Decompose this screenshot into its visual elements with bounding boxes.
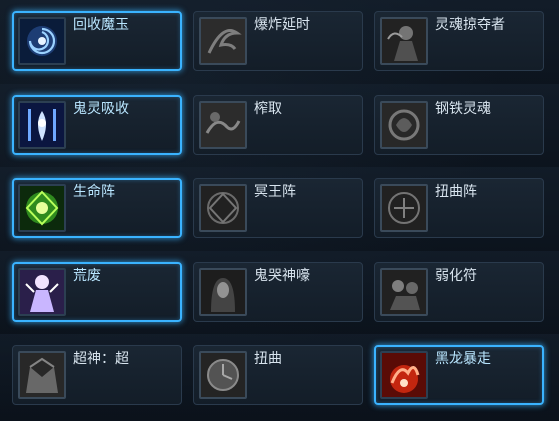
skill-label: 超神：超: [73, 351, 129, 367]
skill-slot[interactable]: 荒废: [12, 262, 182, 322]
skill-label: 扭曲阵: [435, 184, 477, 200]
skill-slot[interactable]: 榨取: [193, 95, 363, 155]
ghost-wail-icon: [199, 268, 247, 316]
life-array-icon: [18, 184, 66, 232]
skill-slot[interactable]: 扭曲: [193, 345, 363, 405]
soul-reaper-icon: [380, 17, 428, 65]
skill-label: 钢铁灵魂: [435, 101, 491, 117]
skill-label: 回收魔玉: [73, 17, 129, 33]
extract-icon: [199, 101, 247, 149]
skill-label: 生命阵: [73, 184, 115, 200]
vortex-orb-icon: [18, 17, 66, 65]
skill-slot[interactable]: 黑龙暴走: [374, 345, 544, 405]
skill-label: 榨取: [254, 101, 282, 117]
skill-slot[interactable]: 鬼哭神嚎: [193, 262, 363, 322]
skill-slot[interactable]: 超神：超: [12, 345, 182, 405]
super-god-icon: [18, 351, 66, 399]
skill-slot[interactable]: 冥王阵: [193, 178, 363, 238]
skill-slot[interactable]: 生命阵: [12, 178, 182, 238]
skill-slot[interactable]: 扭曲阵: [374, 178, 544, 238]
skill-grid: 回收魔玉 爆炸延时 灵魂掠夺者 鬼灵吸收 榨取 钢铁灵魂 生命阵 冥王阵 扭曲阵…: [0, 0, 559, 421]
weaken-rune-icon: [380, 268, 428, 316]
skill-label: 黑龙暴走: [435, 351, 491, 367]
skill-label: 爆炸延时: [254, 17, 310, 33]
steel-soul-icon: [380, 101, 428, 149]
skill-label: 鬼哭神嚎: [254, 268, 310, 284]
hades-array-icon: [199, 184, 247, 232]
skill-slot[interactable]: 回收魔玉: [12, 11, 182, 71]
skill-slot[interactable]: 灵魂掠夺者: [374, 11, 544, 71]
twist-array-icon: [380, 184, 428, 232]
skill-slot[interactable]: 爆炸延时: [193, 11, 363, 71]
skill-label: 弱化符: [435, 268, 477, 284]
black-dragon-icon: [380, 351, 428, 399]
skill-label: 扭曲: [254, 351, 282, 367]
twist-clock-icon: [199, 351, 247, 399]
skill-label: 鬼灵吸收: [73, 101, 129, 117]
skill-slot[interactable]: 鬼灵吸收: [12, 95, 182, 155]
skill-slot[interactable]: 钢铁灵魂: [374, 95, 544, 155]
ghost-absorb-icon: [18, 101, 66, 149]
skill-label: 冥王阵: [254, 184, 296, 200]
skill-label: 荒废: [73, 268, 101, 284]
skill-label: 灵魂掠夺者: [435, 17, 505, 33]
swirl-blast-icon: [199, 17, 247, 65]
desolation-icon: [18, 268, 66, 316]
skill-slot[interactable]: 弱化符: [374, 262, 544, 322]
